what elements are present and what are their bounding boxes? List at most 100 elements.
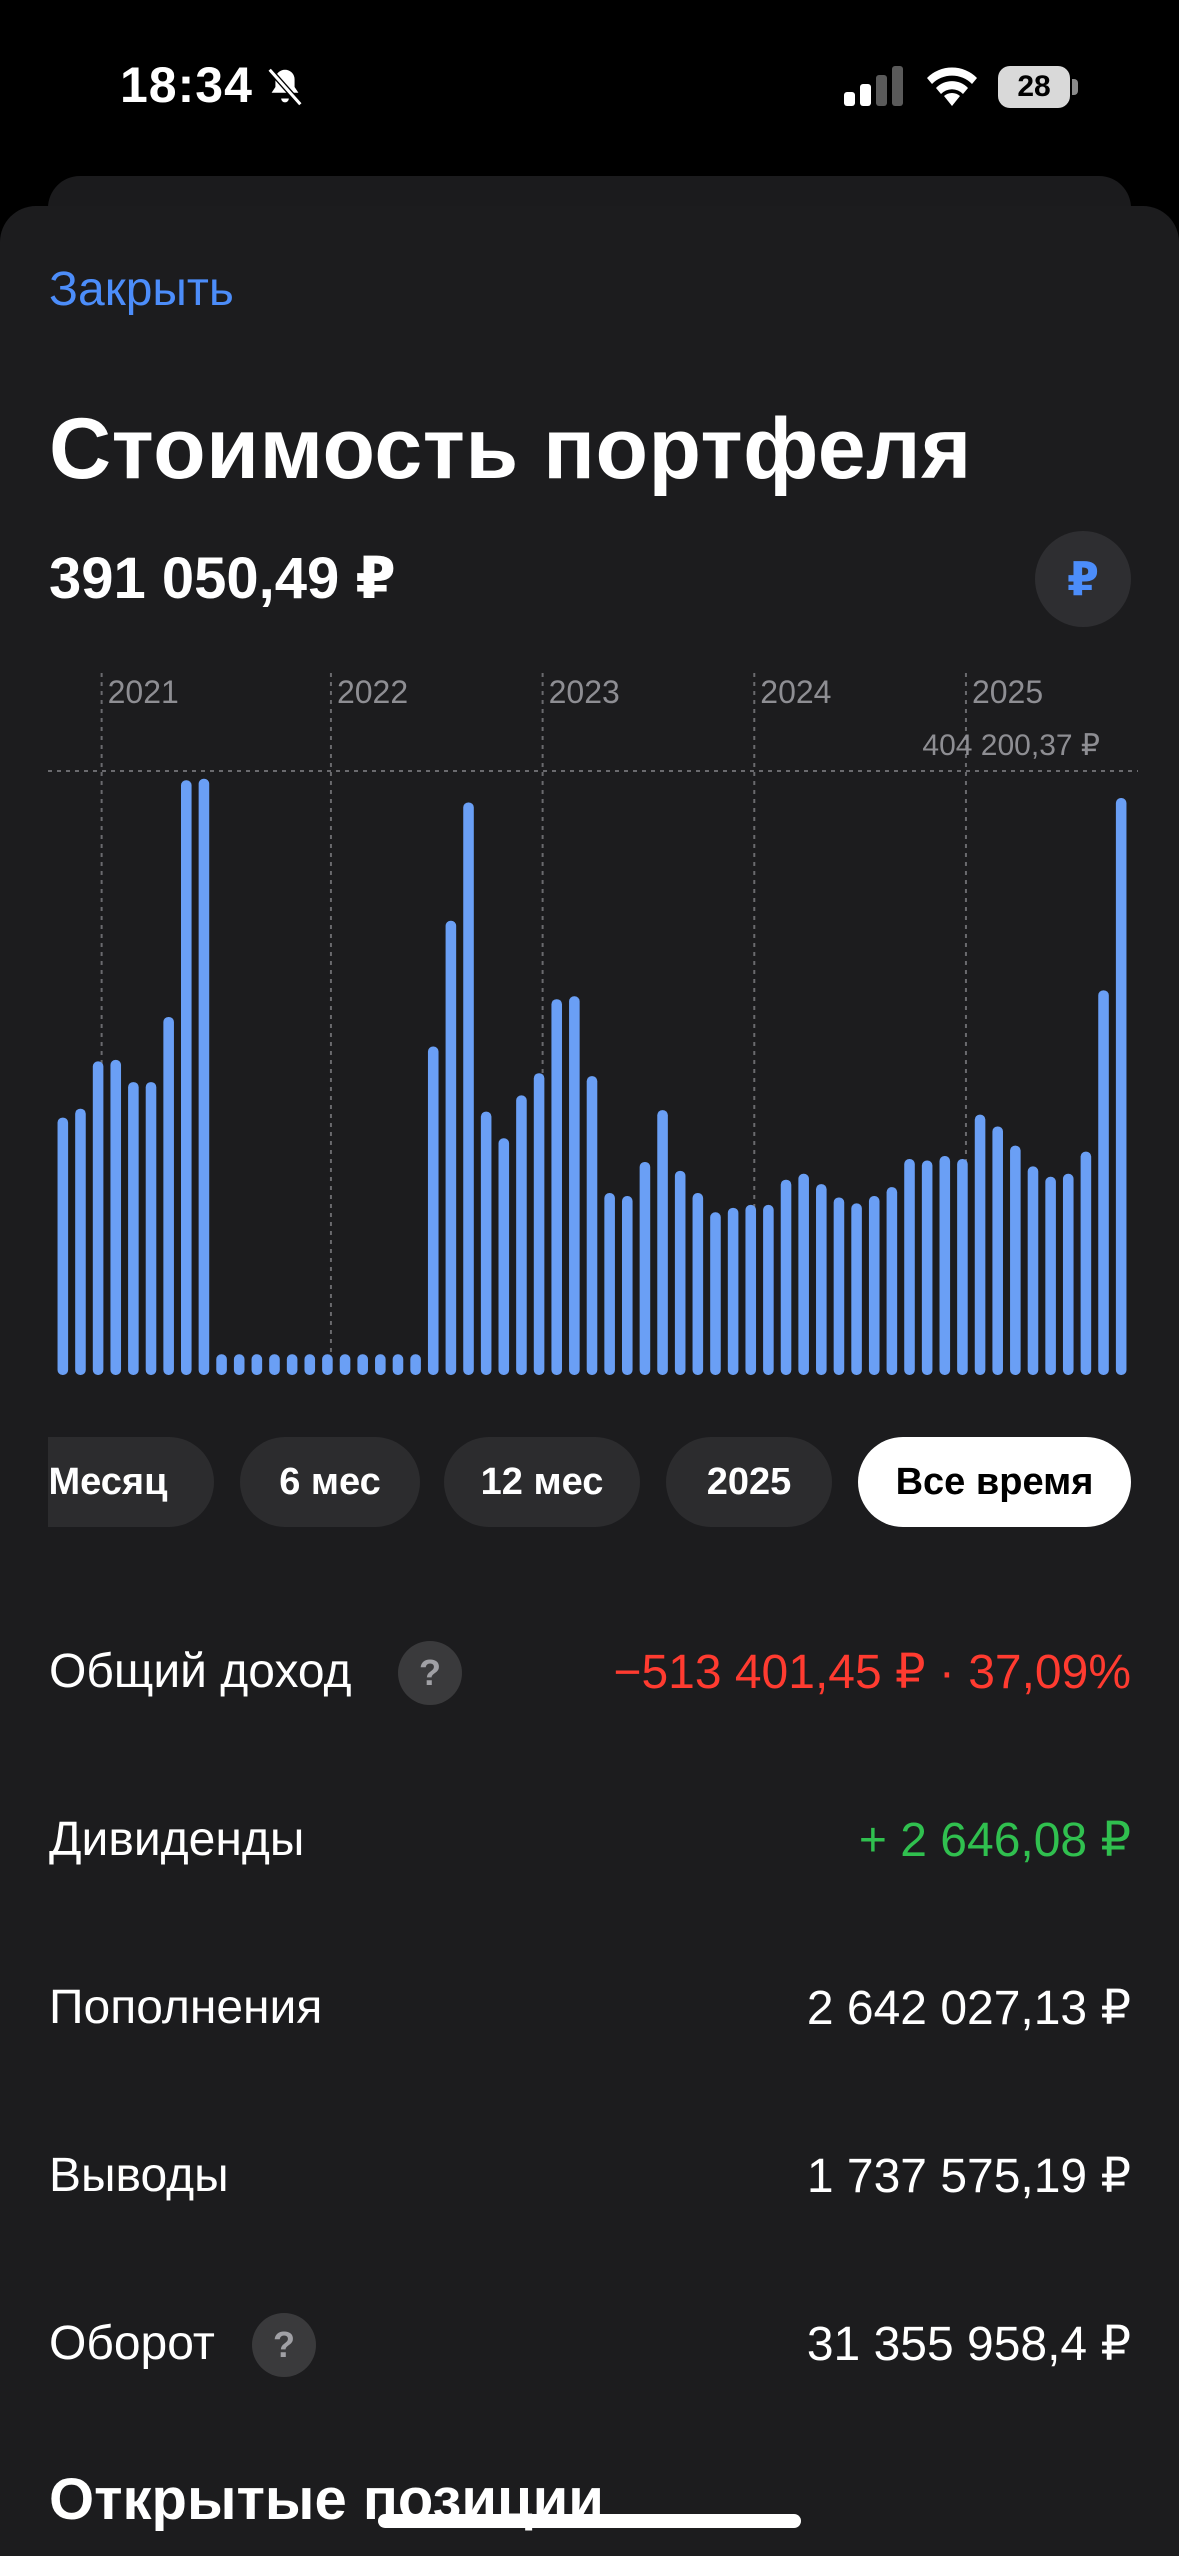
chart-bar[interactable] [745,1204,757,1375]
total-income-label: Общий доход [49,1645,352,1698]
chart-bar[interactable] [674,1170,686,1375]
question-icon: ? [419,1652,441,1693]
chart-bar[interactable] [816,1184,827,1375]
year-label: 2021 [108,674,179,710]
income-help-button[interactable]: ? [398,1641,462,1705]
chart-bar[interactable] [128,1082,139,1375]
chart-bar[interactable] [445,920,457,1375]
chart-bar[interactable] [57,1117,69,1375]
deposits-label: Пополнения [49,1981,323,2034]
chart-bar[interactable] [639,1161,651,1375]
chart-bar[interactable] [498,1138,510,1375]
chart-bar[interactable] [216,1354,227,1375]
wifi-icon [927,67,977,106]
chart-bar[interactable] [692,1193,704,1375]
year-label: 2025 [972,674,1043,710]
dividends-value: + 2 646,08 ₽ [858,1814,1131,1867]
chart-bar[interactable] [833,1197,845,1375]
chart-bar[interactable] [621,1195,633,1375]
cellular-signal-icon [844,66,903,106]
chart-bar[interactable] [763,1204,774,1375]
chart-bar[interactable] [251,1354,263,1375]
chart-bar[interactable] [304,1354,316,1375]
chart-bar[interactable] [110,1059,122,1375]
chart-bar[interactable] [1045,1176,1056,1375]
chart-bar[interactable] [1027,1166,1039,1375]
period-all-time[interactable]: Все время [858,1437,1131,1527]
chart-bar[interactable] [339,1354,351,1375]
chart-bar[interactable] [163,1016,174,1375]
close-button[interactable]: Закрыть [49,262,234,317]
max-value-label: 404 200,37 ₽ [922,729,1100,762]
chart-bar[interactable] [92,1061,104,1375]
chart-bar[interactable] [516,1095,527,1375]
dividends-label: Дивиденды [49,1813,305,1866]
period-12-months[interactable]: 12 мес [444,1437,640,1527]
chart-bar[interactable] [904,1159,915,1375]
period-2025[interactable]: 2025 [666,1437,832,1527]
chart-bar[interactable] [198,778,210,1375]
battery-level: 28 [998,66,1070,108]
chart-bar[interactable] [463,802,474,1375]
portfolio-chart[interactable]: 2021 2022 2023 2024 2025 404 200,37 ₽ [48,665,1138,1385]
period-month[interactable]: Месяц [48,1437,214,1527]
chart-bar[interactable] [569,996,580,1375]
chart-bar[interactable] [286,1354,298,1375]
chart-bar[interactable] [657,1110,668,1375]
withdrawals-value: 1 737 575,19 ₽ [806,2150,1131,2203]
chart-bar[interactable] [974,1114,986,1375]
chart-bar[interactable] [780,1179,792,1375]
question-icon: ? [273,2324,295,2365]
year-label: 2024 [760,674,831,710]
chart-bar[interactable] [939,1156,951,1375]
page-title: Стоимость портфеля [49,401,972,497]
chart-bar[interactable] [322,1354,333,1375]
chart-bar[interactable] [1115,798,1127,1375]
status-bar: 18:34 28 [0,0,1179,170]
turnover-help-button[interactable]: ? [252,2313,316,2377]
year-label: 2022 [337,674,408,710]
chart-bar[interactable] [1080,1151,1092,1375]
chart-bar[interactable] [586,1076,598,1375]
status-time: 18:34 [120,57,253,113]
period-6-months[interactable]: 6 мес [240,1437,420,1527]
ruble-icon: ₽ [1066,553,1099,605]
chart-bar[interactable] [551,999,563,1375]
chart-bar[interactable] [269,1354,280,1375]
chart-bar[interactable] [181,780,192,1375]
chart-bar[interactable] [1062,1173,1074,1375]
chart-bar[interactable] [410,1354,421,1375]
chart-bar[interactable] [1010,1145,1021,1375]
bell-muted-icon [267,67,303,107]
chart-bar[interactable] [710,1212,721,1375]
chart-bar[interactable] [357,1354,368,1375]
chart-bar[interactable] [992,1126,1003,1375]
chart-bar[interactable] [480,1111,492,1375]
chart-bar[interactable] [233,1354,245,1375]
turnover-value: 31 355 958,4 ₽ [806,2318,1131,2371]
total-income-value: −513 401,45 ₽ · 37,09% [613,1646,1131,1699]
deposits-value: 2 642 027,13 ₽ [806,1982,1131,2035]
home-indicator[interactable] [378,2514,801,2528]
chart-bar[interactable] [851,1203,862,1375]
battery-icon: 28 [998,66,1080,108]
chart-bar[interactable] [921,1160,933,1375]
withdrawals-label: Выводы [49,2149,229,2202]
chart-bar[interactable] [145,1082,157,1375]
chart-bar[interactable] [427,1046,439,1375]
chart-bar[interactable] [604,1193,615,1375]
chart-bar[interactable] [798,1173,809,1375]
chart-bar[interactable] [392,1354,404,1375]
portfolio-value: 391 050,49 ₽ [49,546,396,611]
chart-bar[interactable] [886,1187,898,1375]
chart-bar[interactable] [75,1108,86,1375]
chart-bar[interactable] [868,1195,880,1375]
year-label: 2023 [549,674,620,710]
chart-bar[interactable] [375,1354,386,1375]
period-selector: Месяц 6 мес 12 мес 2025 Все время [48,1436,1131,1528]
chart-bar[interactable] [533,1073,545,1375]
chart-bar[interactable] [957,1159,968,1375]
currency-button[interactable]: ₽ [1035,531,1131,627]
chart-bar[interactable] [1098,990,1109,1375]
chart-bar[interactable] [727,1207,739,1375]
